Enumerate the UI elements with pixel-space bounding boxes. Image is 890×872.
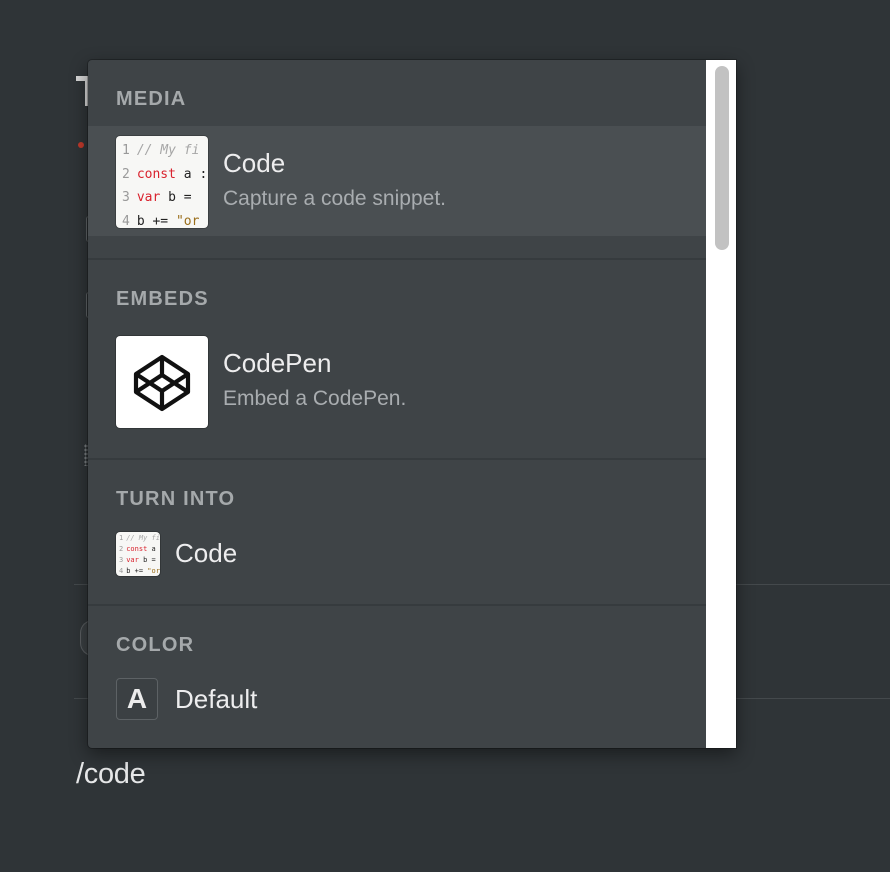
- menu-item-color-default[interactable]: A Default: [88, 672, 706, 728]
- codepen-logo-icon: [116, 336, 208, 428]
- scrollbar-track[interactable]: [706, 60, 736, 748]
- section-divider: [88, 604, 706, 606]
- section-header-turn-into: TURN INTO: [116, 488, 236, 510]
- page-marker-dot: [78, 142, 84, 148]
- code-snippet-icon: 1// My fi 2const a : 3var b = 4b += "or: [116, 532, 160, 576]
- section-divider: [88, 258, 706, 260]
- section-divider: [88, 458, 706, 460]
- section-header-color: COLOR: [116, 634, 195, 656]
- code-snippet-icon: 1// My fi 2const a : 3var b = 4b += "or: [116, 136, 208, 228]
- slash-command-text[interactable]: /code: [76, 758, 146, 791]
- menu-item-code[interactable]: 1// My fi 2 const a : 3 var b = 4b += "or …: [88, 126, 706, 236]
- slash-command-menu: MEDIA 1// My fi 2 const a : 3 var b = 4b +…: [88, 60, 736, 748]
- section-header-embeds: EMBEDS: [116, 288, 209, 310]
- menu-item-description: Embed a CodePen.: [223, 387, 407, 410]
- code-thumbnail-lines: 1// My fi 2const a : 3var b = 4b += "or: [119, 534, 160, 575]
- menu-item-description: Capture a code snippet.: [223, 187, 446, 210]
- menu-item-title: Code: [175, 538, 238, 568]
- menu-item-codepen[interactable]: CodePen Embed a CodePen.: [88, 326, 706, 436]
- menu-item-title: Default: [175, 684, 258, 714]
- menu-item-title: CodePen: [223, 348, 332, 378]
- menu-item-turn-into-code[interactable]: 1// My fi 2const a : 3var b = 4b += "or …: [88, 526, 706, 582]
- letter-a-icon: A: [116, 678, 158, 720]
- menu-scroll-area: MEDIA 1// My fi 2 const a : 3 var b = 4b +…: [88, 60, 706, 748]
- scrollbar-thumb[interactable]: [715, 66, 729, 250]
- section-header-media: MEDIA: [116, 88, 187, 110]
- menu-item-title: Code: [223, 148, 286, 178]
- code-thumbnail-lines: 1// My fi 2const a : 3var b = 4b += "or: [122, 143, 208, 228]
